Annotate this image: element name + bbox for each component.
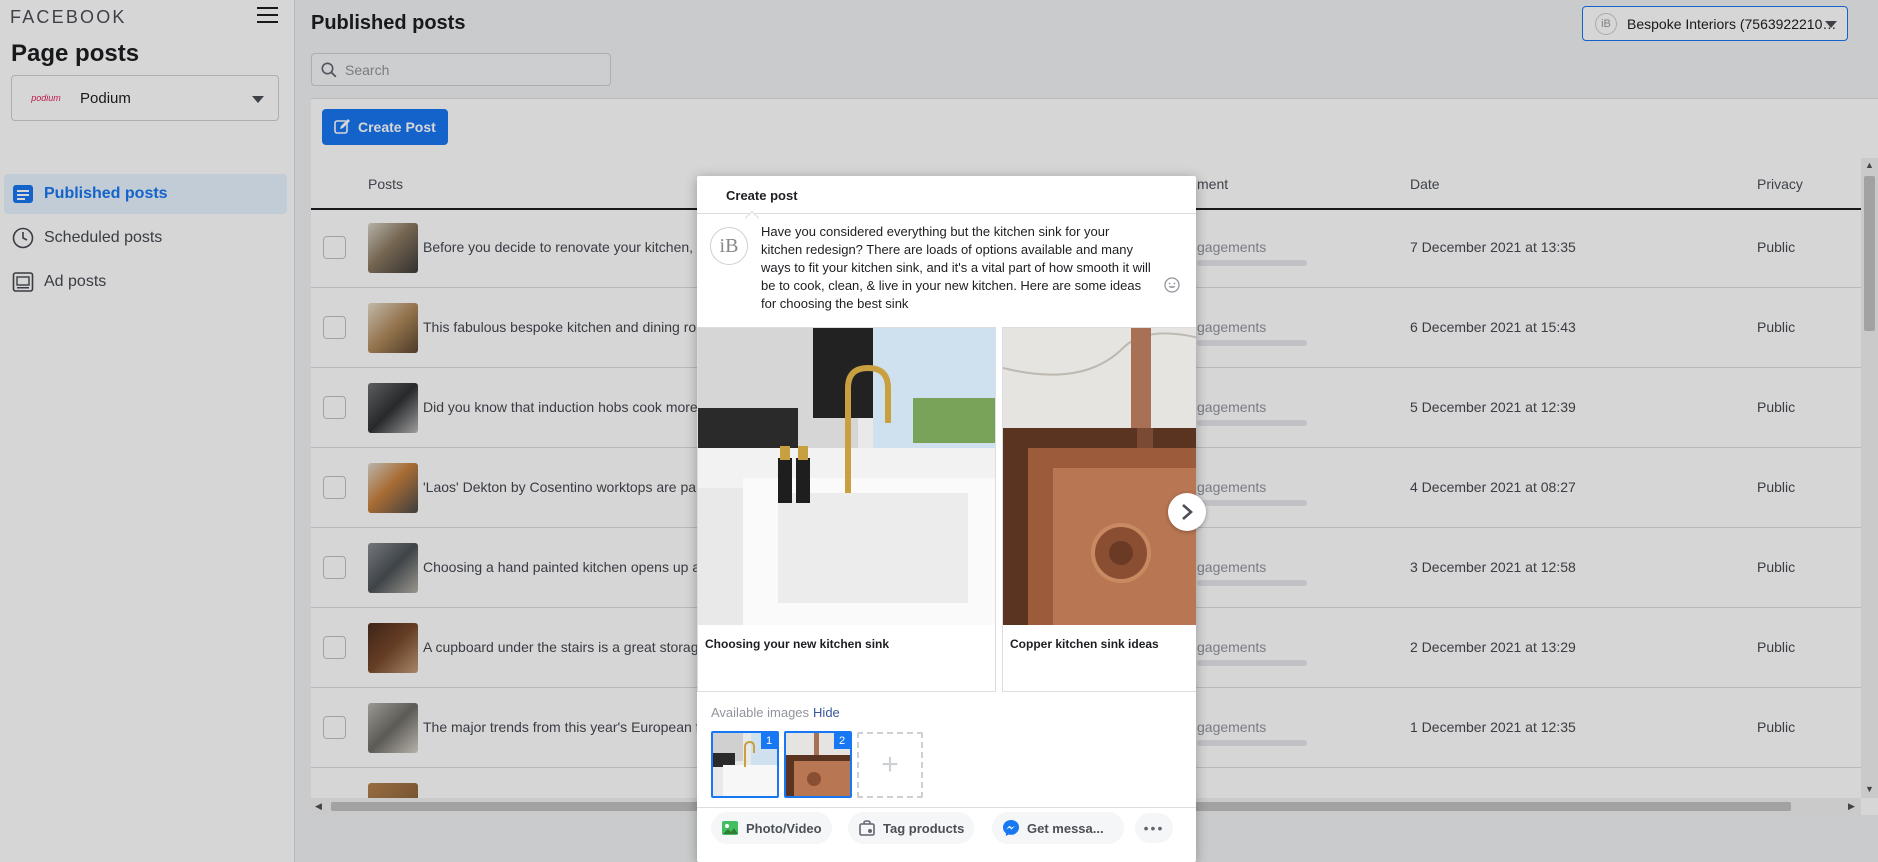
image-order-badge: 1 <box>761 733 777 749</box>
photo-icon <box>722 821 738 835</box>
dialog-title[interactable]: Create post <box>726 188 798 203</box>
app-root: FACEBOOK Page posts podium Podium Publis… <box>0 0 1878 862</box>
available-images-label: Available images Hide <box>711 705 840 720</box>
card-image <box>1003 328 1196 625</box>
photo-video-button[interactable]: Photo/Video <box>711 812 832 844</box>
image-order-badge: 2 <box>834 733 850 749</box>
carousel-card[interactable]: Choosing your new kitchen sink <box>697 327 996 692</box>
tag-products-button[interactable]: Tag products <box>848 812 975 844</box>
add-image-button[interactable]: + <box>857 732 923 798</box>
create-post-dialog: Create post iB Have you considered every… <box>697 176 1206 862</box>
link-carousel: Choosing your new kitchen sink Copper ki… <box>697 327 1196 692</box>
available-image-1[interactable]: 1 <box>711 731 779 798</box>
dialog-footer-divider <box>697 807 1196 808</box>
get-messages-button[interactable]: Get messa... <box>992 812 1124 844</box>
get-messages-label: Get messa... <box>1027 820 1104 836</box>
post-composer-textarea[interactable]: Have you considered everything but the k… <box>761 223 1151 313</box>
tag-products-icon <box>859 820 875 836</box>
card-title[interactable]: Copper kitchen sink ideas <box>1010 637 1159 651</box>
carousel-next-button[interactable] <box>1168 493 1206 531</box>
carousel-card[interactable]: Copper kitchen sink ideas <box>1002 327 1196 692</box>
dialog-header: Create post <box>697 176 1196 214</box>
avatar: iB <box>710 227 748 265</box>
chevron-right-icon <box>1182 504 1193 520</box>
hide-images-link[interactable]: Hide <box>813 705 840 720</box>
photo-video-label: Photo/Video <box>746 820 822 836</box>
more-options-button[interactable]: ••• <box>1135 813 1173 843</box>
messenger-icon <box>1003 820 1019 836</box>
tag-products-label: Tag products <box>883 820 965 836</box>
card-image <box>698 328 995 625</box>
available-images-text: Available images <box>711 705 810 720</box>
card-title[interactable]: Choosing your new kitchen sink <box>705 637 889 651</box>
available-image-2[interactable]: 2 <box>784 731 852 798</box>
emoji-icon[interactable] <box>1164 277 1180 293</box>
